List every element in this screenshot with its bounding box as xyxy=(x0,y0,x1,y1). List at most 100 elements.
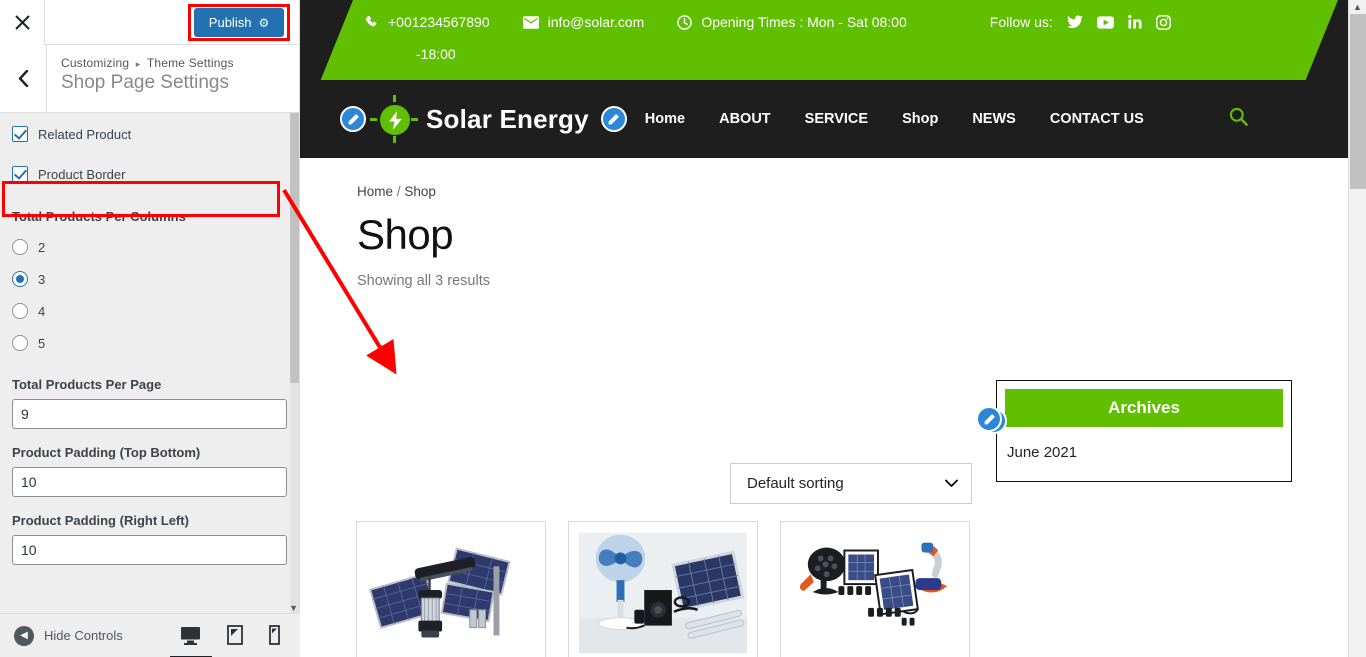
panel-title: Shop Page Settings xyxy=(61,72,229,93)
nav-item-service[interactable]: SERVICE xyxy=(805,111,868,127)
radio-row-4[interactable]: 4 xyxy=(12,295,287,327)
radio-row-3[interactable]: 3 xyxy=(12,263,287,295)
radio-label-3: 3 xyxy=(38,271,46,287)
radio-columns-2[interactable] xyxy=(12,239,28,255)
radio-columns-3[interactable] xyxy=(12,271,28,287)
product-image-3 xyxy=(791,532,959,654)
customizer-scrollbar[interactable] xyxy=(290,113,299,613)
topbar-phone[interactable]: +001234567890 xyxy=(365,11,490,33)
nav-item-news[interactable]: NEWS xyxy=(972,111,1016,127)
radio-row-5[interactable]: 5 xyxy=(12,327,287,359)
label-products-per-columns: Total Products Per Columns xyxy=(12,209,186,224)
bolt-icon xyxy=(380,105,410,135)
control-padding-right-left: Product Padding (Right Left) xyxy=(12,513,287,565)
twitter-icon[interactable] xyxy=(1066,15,1083,29)
mobile-icon xyxy=(269,625,280,645)
device-preview-buttons xyxy=(180,613,290,657)
topbar-phone-text: +001234567890 xyxy=(388,14,490,30)
site-navbar: Solar Energy Home ABOUT SERVICE Shop NEW… xyxy=(300,80,1348,158)
collapse-icon: ◀ xyxy=(14,625,34,646)
close-icon xyxy=(14,14,30,30)
youtube-icon[interactable] xyxy=(1096,15,1114,29)
nav-item-shop[interactable]: Shop xyxy=(902,111,938,127)
label-padding-top-bottom: Product Padding (Top Bottom) xyxy=(12,445,201,460)
shop-page-content: Home / Shop Shop Showing all 3 results D… xyxy=(300,158,1348,657)
browser-scrollbar-thumb[interactable] xyxy=(1350,14,1366,189)
breadcrumb: Home / Shop xyxy=(357,184,1348,199)
label-related-product: Related Product xyxy=(38,126,132,142)
control-products-per-page: Total Products Per Page xyxy=(12,377,287,429)
radio-label-2: 2 xyxy=(38,239,46,255)
radio-row-2[interactable]: 2 xyxy=(12,231,287,263)
edit-menu-pencil-icon[interactable] xyxy=(600,106,627,132)
edit-logo-pencil-icon[interactable] xyxy=(340,106,366,132)
topbar-hours-text: Opening Times : Mon - Sat 08:00 xyxy=(701,14,907,30)
customizer-breadcrumb: Customizing ▸ Theme Settings xyxy=(61,56,234,70)
device-mobile-button[interactable] xyxy=(269,613,280,657)
main-menu: Home ABOUT SERVICE Shop NEWS CONTACT US xyxy=(645,111,1144,127)
nav-item-about[interactable]: ABOUT xyxy=(719,111,771,127)
scroll-up-icon[interactable]: ▲ xyxy=(1353,2,1362,12)
search-icon[interactable] xyxy=(1229,107,1248,131)
radio-columns-5[interactable] xyxy=(12,335,28,351)
customizer-controls: Related Product Product Border Total Pro… xyxy=(0,113,299,613)
chevron-left-icon xyxy=(18,70,28,87)
checkbox-related-product[interactable] xyxy=(12,126,28,142)
follow-label: Follow us: xyxy=(989,14,1053,30)
input-padding-top-bottom[interactable] xyxy=(12,467,287,497)
radio-columns-4[interactable] xyxy=(12,303,28,319)
control-product-border: Product Border xyxy=(12,163,287,185)
hide-controls-button[interactable]: ◀ Hide Controls xyxy=(0,625,123,646)
topbar-hours: Opening Times : Mon - Sat 08:00 xyxy=(677,11,907,33)
customizer-scrollbar-thumb[interactable] xyxy=(290,113,299,383)
linkedin-icon[interactable] xyxy=(1127,15,1142,29)
breadcrumb-parent[interactable]: Theme Settings xyxy=(147,56,234,70)
gear-icon[interactable]: ⚙ xyxy=(258,17,269,29)
breadcrumb-root[interactable]: Customizing xyxy=(61,56,129,70)
topbar-follow: Follow us: xyxy=(990,11,1171,33)
label-products-per-page: Total Products Per Page xyxy=(12,377,162,392)
product-image-2 xyxy=(579,532,747,654)
sorting-select[interactable]: Default sorting xyxy=(730,463,972,504)
browser-scrollbar[interactable]: ▲ xyxy=(1348,0,1366,657)
solar-sun-logo xyxy=(370,95,418,143)
chevron-down-icon xyxy=(945,479,958,487)
publish-highlight-box: Publish ⚙ xyxy=(188,4,290,41)
product-image-1 xyxy=(367,532,535,654)
tablet-icon xyxy=(227,625,243,645)
site-topbar: +001234567890 info@solar.com Opening Tim… xyxy=(300,0,1348,80)
instagram-icon[interactable] xyxy=(1155,14,1171,30)
site-preview: +001234567890 info@solar.com Opening Tim… xyxy=(300,0,1348,657)
input-products-per-page[interactable] xyxy=(12,399,287,429)
device-desktop-button[interactable] xyxy=(180,613,201,657)
close-customizer-button[interactable] xyxy=(0,0,45,45)
device-tablet-button[interactable] xyxy=(227,613,243,657)
desktop-icon xyxy=(181,626,200,645)
product-card[interactable]: Product Title Here $150.00 Add to cart xyxy=(356,521,546,657)
input-padding-right-left[interactable] xyxy=(12,535,287,565)
topbar-email[interactable]: info@solar.com xyxy=(522,11,645,33)
control-padding-top-bottom: Product Padding (Top Bottom) xyxy=(12,445,287,497)
breadcrumb-current: Shop xyxy=(404,184,436,199)
product-card[interactable]: Product Title Here $150.00 Add to cart xyxy=(568,521,758,657)
publish-button[interactable]: Publish ⚙ xyxy=(194,8,284,37)
checkbox-product-border[interactable] xyxy=(12,166,28,182)
archives-widget: Archives June 2021 xyxy=(981,380,1292,482)
back-button[interactable] xyxy=(0,45,47,112)
phone-icon xyxy=(365,15,379,29)
topbar-email-text: info@solar.com xyxy=(547,14,645,30)
archives-item[interactable]: June 2021 xyxy=(1007,444,1281,461)
breadcrumb-separator: / xyxy=(396,184,401,199)
scroll-down-icon[interactable]: ▼ xyxy=(289,603,298,613)
nav-item-home[interactable]: Home xyxy=(645,111,685,127)
archives-widget-title: Archives xyxy=(1005,389,1283,427)
customizer-panel: Publish ⚙ Customizing ▸ Theme Settings S… xyxy=(0,0,300,657)
breadcrumb-separator-icon: ▸ xyxy=(135,59,141,69)
scroll-up-icon[interactable]: ▲ xyxy=(289,113,298,115)
edit-widget-pencil-icon[interactable] xyxy=(976,406,1002,432)
product-card[interactable]: Product Title Here $150.00 Add to cart xyxy=(780,521,970,657)
nav-item-contact-us[interactable]: CONTACT US xyxy=(1050,111,1144,127)
envelope-icon xyxy=(522,15,539,29)
customizer-title-bar: Customizing ▸ Theme Settings Shop Page S… xyxy=(0,45,299,113)
breadcrumb-home[interactable]: Home xyxy=(357,184,393,199)
